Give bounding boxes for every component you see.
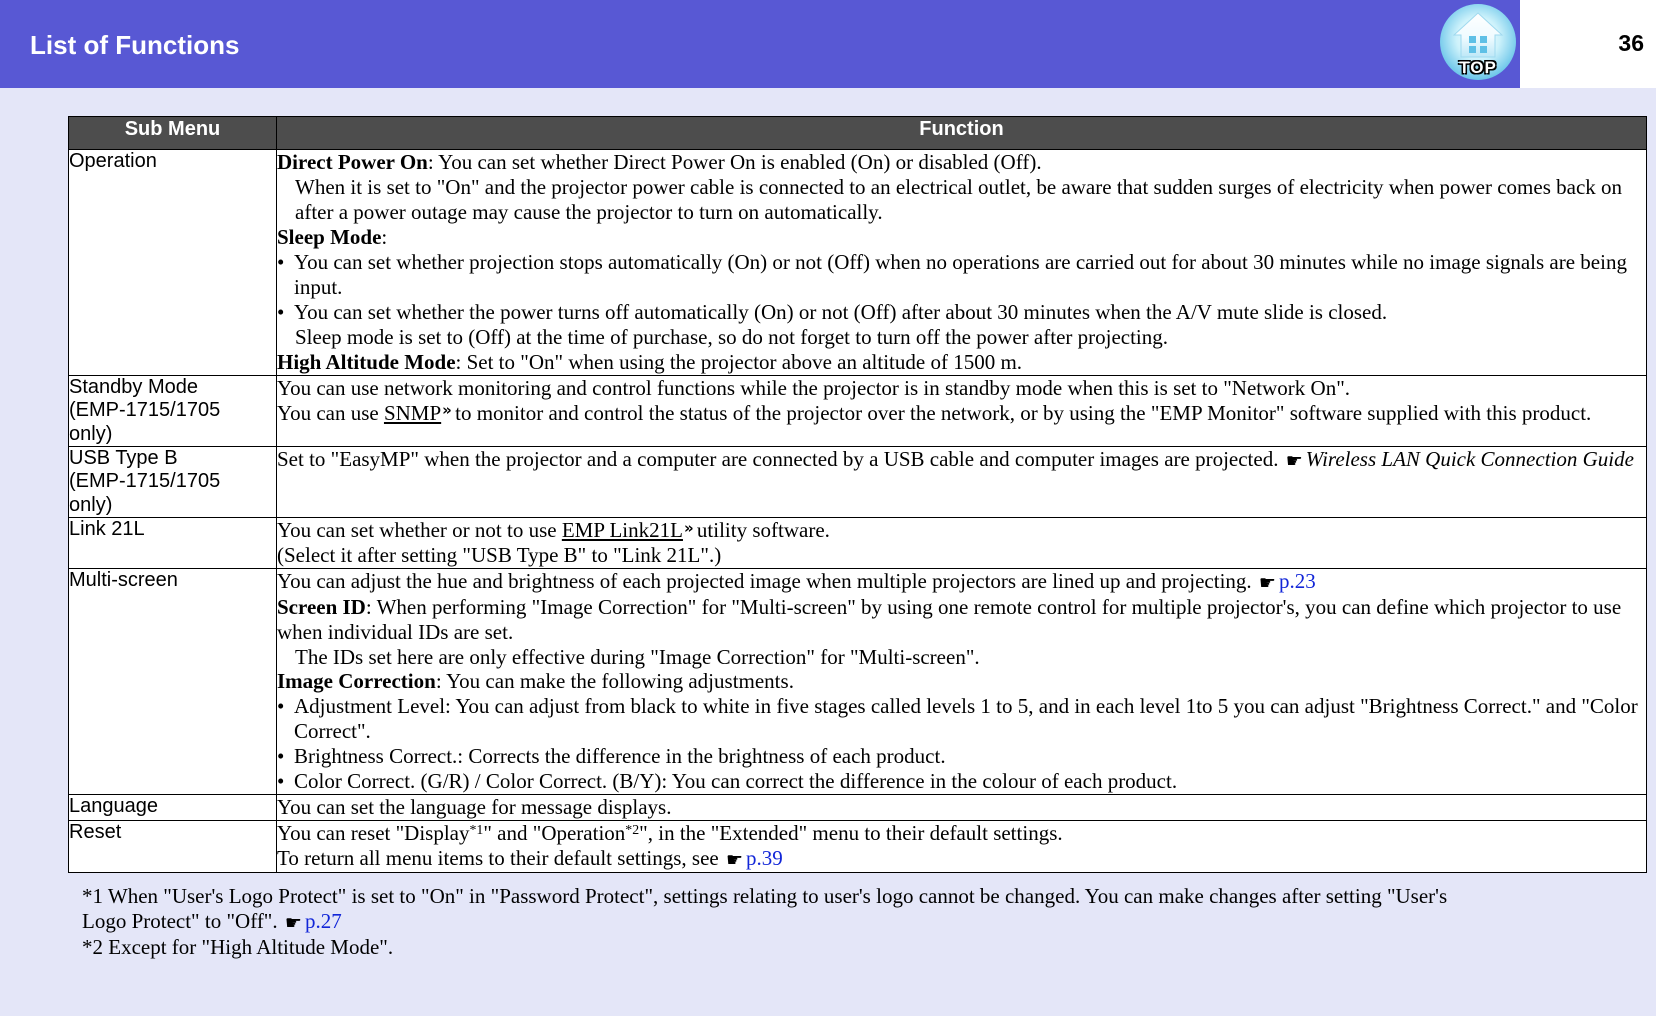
table-row: Language You can set the language for mes… bbox=[68, 794, 1647, 822]
function-bullet-item: • You can set whether the power turns off… bbox=[277, 299, 1388, 324]
home-icon bbox=[1452, 12, 1504, 58]
table-body: Operation Direct Power On: You can set wh… bbox=[68, 149, 1647, 873]
function-cell: You can set the language for message dis… bbox=[276, 794, 1647, 822]
lead-term: Direct Power On bbox=[277, 150, 428, 174]
function-lead-paragraph: High Altitude Mode: Set to "On" when usi… bbox=[277, 349, 1023, 374]
table-header-row: Sub Menu Function bbox=[68, 116, 1647, 150]
sub-menu-cell: USB Type B (EMP-1715/1705 only) bbox=[68, 446, 277, 519]
function-lead-paragraph: Sleep Mode: bbox=[277, 224, 388, 249]
top-button-label: TOP bbox=[1459, 58, 1497, 77]
function-indented-paragraph: When it is set to "On" and the projector… bbox=[295, 174, 1623, 224]
table-row: Multi-screen You can adjust the hue and b… bbox=[68, 568, 1647, 796]
page-link[interactable]: p.27 bbox=[305, 909, 342, 933]
footnote-row: *1 When "User's Logo Protect" is set to … bbox=[68, 884, 1648, 935]
lead-term: Sleep Mode bbox=[277, 224, 382, 249]
function-bullet-item: • You can set whether projection stops au… bbox=[277, 249, 1627, 299]
function-cell: Set to "EasyMP" when the projector and a… bbox=[276, 446, 1647, 519]
pointing-hand-icon: ☛ bbox=[1258, 571, 1276, 594]
sub-menu-cell: Multi-screen bbox=[68, 568, 277, 796]
table-row: Link 21L You can set whether or not to us… bbox=[68, 517, 1647, 570]
bullet-marker: • bbox=[277, 299, 285, 324]
function-lead-paragraph: Direct Power On: You can set whether Dir… bbox=[277, 150, 1042, 174]
function-lead-paragraph: Image Correction: You can make the follo… bbox=[277, 669, 794, 694]
sub-menu-cell: Operation bbox=[68, 149, 277, 376]
function-cell: You can set whether or not to use EMP Li… bbox=[276, 517, 1647, 570]
function-cell: Direct Power On: You can set whether Dir… bbox=[276, 149, 1647, 376]
column-header-function: Function bbox=[276, 116, 1647, 150]
function-lead-paragraph: Screen ID: When performing "Image Correc… bbox=[277, 594, 1622, 644]
page-link[interactable]: p.23 bbox=[1279, 569, 1316, 593]
table-row: Reset You can reset "Display*1" and "Oper… bbox=[68, 820, 1647, 873]
function-indented-paragraph: Sleep mode is set to (Off) at the time o… bbox=[295, 324, 1169, 349]
bullet-marker: • bbox=[277, 744, 285, 769]
function-glossary-paragraph: You can use SNMP» to monitor and control… bbox=[277, 400, 1592, 425]
footnote-ref-1: *1 bbox=[469, 822, 484, 838]
function-glossary-paragraph: You can set whether or not to use EMP Li… bbox=[277, 518, 830, 543]
guide-title: Wireless LAN Quick Connection Guide bbox=[1305, 447, 1634, 472]
table-row: Standby Mode (EMP-1715/1705 only) You can… bbox=[68, 374, 1647, 448]
footnote-continuation: Logo Protect" to "Off". ☛ p.27 bbox=[82, 909, 342, 934]
bullet-marker: • bbox=[277, 249, 285, 274]
footnote-ref-2: *2 bbox=[625, 822, 640, 838]
functions-table: Sub Menu Function Operation Direct Power … bbox=[68, 116, 1647, 873]
functions-table-container: Sub Menu Function Operation Direct Power … bbox=[68, 116, 1647, 873]
function-cell: You can use network monitoring and contr… bbox=[276, 374, 1647, 448]
document-page: List of Functions TOP 36 Sub Menu Functi… bbox=[0, 0, 1656, 1016]
glossary-term[interactable]: SNMP bbox=[384, 401, 441, 425]
pointing-hand-icon: ☛ bbox=[284, 911, 302, 934]
lead-term: Image Correction bbox=[277, 669, 436, 694]
table-row: USB Type B (EMP-1715/1705 only) Set to "E… bbox=[68, 446, 1647, 519]
table-row: Operation Direct Power On: You can set wh… bbox=[68, 149, 1647, 376]
function-bullet-item: • Adjustment Level: You can adjust from b… bbox=[277, 694, 1638, 744]
bullet-marker: • bbox=[277, 694, 285, 719]
sub-menu-cell: Language bbox=[68, 794, 277, 822]
function-cell: You can adjust the hue and brightness of… bbox=[276, 568, 1647, 796]
glossary-term[interactable]: EMP Link21L bbox=[562, 518, 683, 542]
sub-menu-cell: Standby Mode (EMP-1715/1705 only) bbox=[68, 374, 277, 448]
column-header-sub-menu: Sub Menu bbox=[68, 116, 277, 150]
lead-term: Screen ID bbox=[277, 594, 366, 619]
sub-menu-cell: Reset bbox=[68, 820, 277, 873]
lead-term: High Altitude Mode bbox=[277, 349, 456, 374]
pointing-hand-icon: ☛ bbox=[726, 849, 744, 872]
function-bullet-item: • Brightness Correct.: Corrects the diffe… bbox=[277, 744, 946, 769]
function-reset-paragraph: You can reset "Display*1" and "Operation… bbox=[277, 821, 1063, 846]
page-link[interactable]: p.39 bbox=[746, 846, 783, 870]
top-nav-button[interactable]: TOP bbox=[1436, 0, 1520, 88]
pointing-hand-icon: ☛ bbox=[1285, 449, 1303, 472]
page-title: List of Functions bbox=[30, 30, 240, 60]
function-paragraph: You can use network monitoring and contr… bbox=[277, 375, 1351, 400]
glossary-arrow-icon: » bbox=[442, 401, 452, 420]
footnote-row: *2 Except for "High Altitude Mode". bbox=[82, 934, 394, 959]
function-indented-paragraph: The IDs set here are only effective duri… bbox=[295, 644, 980, 669]
function-cell: You can reset "Display*1" and "Operation… bbox=[276, 820, 1647, 873]
function-paragraph: (Select it after setting "USB Type B" to… bbox=[277, 543, 722, 568]
page-header: List of Functions TOP 36 bbox=[0, 0, 1656, 88]
bullet-marker: • bbox=[277, 769, 285, 794]
function-bullet-item: • Color Correct. (G/R) / Color Correct. (… bbox=[277, 769, 1178, 794]
sub-menu-cell: Link 21L bbox=[68, 517, 277, 570]
function-link-paragraph: You can adjust the hue and brightness of… bbox=[277, 569, 1316, 594]
function-guide-paragraph: Set to "EasyMP" when the projector and a… bbox=[277, 447, 1634, 472]
function-link-paragraph: To return all menu items to their defaul… bbox=[277, 846, 783, 872]
page-number: 36 bbox=[1618, 30, 1644, 56]
footnotes: *1 When "User's Logo Protect" is set to … bbox=[68, 884, 1648, 960]
function-paragraph: You can set the language for message dis… bbox=[277, 795, 672, 820]
glossary-arrow-icon: » bbox=[683, 518, 694, 537]
